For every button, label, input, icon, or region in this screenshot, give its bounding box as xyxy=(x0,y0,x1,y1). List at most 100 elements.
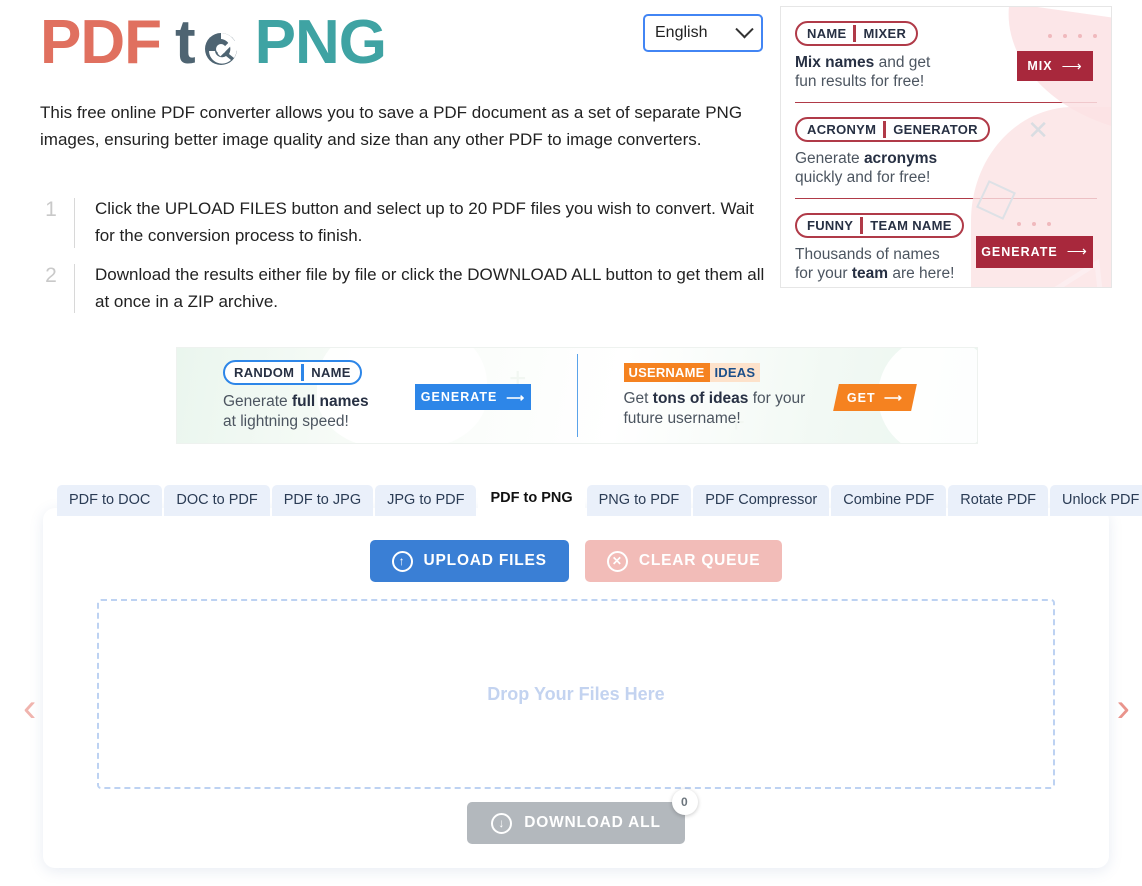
ad-badge-divider xyxy=(853,25,857,42)
logo-text-png: PNG xyxy=(254,8,387,77)
advertisement-banner-center[interactable]: + RANDOM NAME Generate full names at lig… xyxy=(176,347,978,444)
tab-combine-pdf[interactable]: Combine PDF xyxy=(831,485,947,516)
ad-copy-line2-bold: team xyxy=(851,264,889,282)
ad-copy-bold: Mix names xyxy=(795,54,875,71)
arrow-right-icon: ⟶ xyxy=(1061,57,1083,74)
ad-badge-right: MIXER xyxy=(863,26,907,41)
ad-copy-bold: acronyms xyxy=(863,149,938,167)
dropzone-label: Drop Your Files Here xyxy=(487,683,665,704)
ad-badge-left: FUNNY xyxy=(807,217,854,233)
ad-badge-right: GENERATOR xyxy=(893,121,978,137)
ad-copy-pre: Generate xyxy=(223,393,292,411)
banner-button-generate[interactable]: GENERATE ⟶ xyxy=(415,384,531,410)
ad-copy-bold: full names xyxy=(291,393,369,411)
step-number: 1 xyxy=(45,198,57,221)
ad-copy-rest: Generate xyxy=(795,149,864,167)
tab-doc-to-pdf[interactable]: DOC to PDF xyxy=(164,485,270,516)
ad-copy-line2: future username! xyxy=(623,409,741,427)
tab-png-to-pdf[interactable]: PNG to PDF xyxy=(586,485,692,516)
ad-badge-blue: IDEAS xyxy=(709,363,761,383)
tab-pdf-compressor[interactable]: PDF Compressor xyxy=(693,485,830,516)
ad-badge-divider xyxy=(883,120,887,138)
ad-button-label: GENERATE xyxy=(981,244,1058,259)
download-all-button[interactable]: ↓ DOWNLOAD ALL 0 xyxy=(467,789,698,844)
ad-badge-right: NAME xyxy=(311,365,351,381)
step-text: Click the UPLOAD FILES button and select… xyxy=(95,199,754,245)
language-select[interactable]: English xyxy=(643,14,763,52)
logo-text-pdf: PDF xyxy=(40,8,162,77)
arrow-right-icon: ⟶ xyxy=(1066,243,1088,260)
ad-badge: FUNNY TEAM NAME xyxy=(795,212,964,238)
ad-item-username-ideas[interactable]: + USERNAME IDEAS Get tons of ideas for yo… xyxy=(578,348,977,443)
ad-badge: RANDOM NAME xyxy=(223,360,362,386)
ad-copy: Get tons of ideas for your future userna… xyxy=(624,389,806,428)
ad-copy-rest: and get xyxy=(874,54,931,71)
upload-files-button[interactable]: ↑ UPLOAD FILES xyxy=(369,540,569,582)
ad-copy-rest: Thousands of names xyxy=(795,245,940,263)
download-area: ↓ DOWNLOAD ALL 0 xyxy=(43,789,1109,844)
arrow-up-circle-icon: ↑ xyxy=(391,550,413,572)
ad-copy-line2: quickly and for free! xyxy=(795,169,931,187)
step-number: 2 xyxy=(45,263,57,287)
chevron-down-icon xyxy=(735,19,754,38)
refresh-circle-icon xyxy=(197,21,245,69)
arrow-right-icon: ⟶ xyxy=(883,391,903,405)
download-all-label: DOWNLOAD ALL xyxy=(524,814,661,831)
ad-badge: USERNAME IDEAS xyxy=(623,363,761,383)
ad-badge-left: ACRONYM xyxy=(807,121,877,137)
tab-rotate-pdf[interactable]: Rotate PDF xyxy=(948,485,1049,516)
close-circle-icon: ✕ xyxy=(606,550,628,572)
arrow-down-circle-icon: ↓ xyxy=(491,812,513,834)
converter-card: ↑ UPLOAD FILES ✕ CLEAR QUEUE ‹ › Drop Yo… xyxy=(23,508,1130,868)
ad-button-generate[interactable]: GENERATE ⟶ xyxy=(976,235,1093,268)
download-count-badge: 0 xyxy=(671,789,698,815)
site-logo: PDF t PNG xyxy=(40,8,387,78)
banner-button-label: GENERATE xyxy=(420,390,498,404)
ad-copy-line2-pre: for your xyxy=(795,264,852,282)
ad-copy-line2-post: are here! xyxy=(888,264,955,282)
converter-tabs: PDF to DOC DOC to PDF PDF to JPG JPG to … xyxy=(57,483,1142,516)
advertisement-panel-right[interactable]: ✕ NAME MIXER Mix names and get fun resul… xyxy=(780,6,1112,288)
ad-copy-pre: Get xyxy=(623,390,653,408)
ad-item[interactable]: NAME MIXER Mix names and get fun results… xyxy=(781,7,1111,102)
page-root: PDF t PNG English This free online PDF c… xyxy=(0,0,1142,886)
upload-files-label: UPLOAD FILES xyxy=(423,552,547,569)
tab-unlock-pdf[interactable]: Unlock PDF xyxy=(1050,485,1142,516)
ad-badge-left: NAME xyxy=(807,26,847,41)
instruction-steps: 1 Click the UPLOAD FILES button and sele… xyxy=(40,196,770,327)
ad-badge-divider xyxy=(860,216,864,234)
ad-copy-line2: at lightning speed! xyxy=(223,412,349,430)
language-select-value: English xyxy=(655,24,708,41)
page-description: This free online PDF converter allows yo… xyxy=(40,103,743,149)
file-dropzone[interactable]: Drop Your Files Here xyxy=(97,599,1055,789)
banner-button-get[interactable]: GET ⟶ xyxy=(832,384,917,411)
clear-queue-label: CLEAR QUEUE xyxy=(638,552,761,569)
ad-badge-left: RANDOM xyxy=(234,365,295,381)
carousel-prev-button[interactable]: ‹ xyxy=(23,688,36,728)
list-item: 1 Click the UPLOAD FILES button and sele… xyxy=(40,196,770,250)
ad-copy-post: for your xyxy=(748,390,806,408)
ad-button-mix[interactable]: MIX ⟶ xyxy=(1017,51,1093,81)
ad-badge-right: TEAM NAME xyxy=(870,217,952,233)
ad-button-label: MIX xyxy=(1027,59,1053,73)
ad-badge-orange: USERNAME xyxy=(623,363,710,383)
tab-pdf-to-jpg[interactable]: PDF to JPG xyxy=(271,485,374,516)
tab-jpg-to-pdf[interactable]: JPG to PDF xyxy=(375,485,477,516)
ad-item[interactable]: ACRONYM GENERATOR Generate acronyms quic… xyxy=(781,103,1111,268)
ad-badge: ACRONYM GENERATOR xyxy=(795,116,990,142)
tab-pdf-to-png[interactable]: PDF to PNG xyxy=(478,483,585,516)
ad-badge-divider xyxy=(301,364,305,382)
ad-badge: NAME MIXER xyxy=(795,21,919,46)
ad-copy: Generate acronyms quickly and for free! xyxy=(795,149,980,188)
ad-copy: Generate full names at lightning speed! xyxy=(223,392,369,431)
carousel-next-button[interactable]: › xyxy=(1117,688,1130,728)
ad-copy-line2: fun results for free! xyxy=(795,73,925,91)
ad-copy: Thousands of names for your team are her… xyxy=(795,245,980,284)
ad-copy-bold: tons of ideas xyxy=(652,390,749,408)
tab-pdf-to-doc[interactable]: PDF to DOC xyxy=(57,485,163,516)
banner-button-label: GET xyxy=(846,390,875,405)
clear-queue-button[interactable]: ✕ CLEAR QUEUE xyxy=(584,540,783,582)
list-item: 2 Download the results either file by fi… xyxy=(40,262,770,316)
step-text: Download the results either file by file… xyxy=(95,264,765,311)
ad-item-random-name[interactable]: + RANDOM NAME Generate full names at lig… xyxy=(177,348,577,443)
